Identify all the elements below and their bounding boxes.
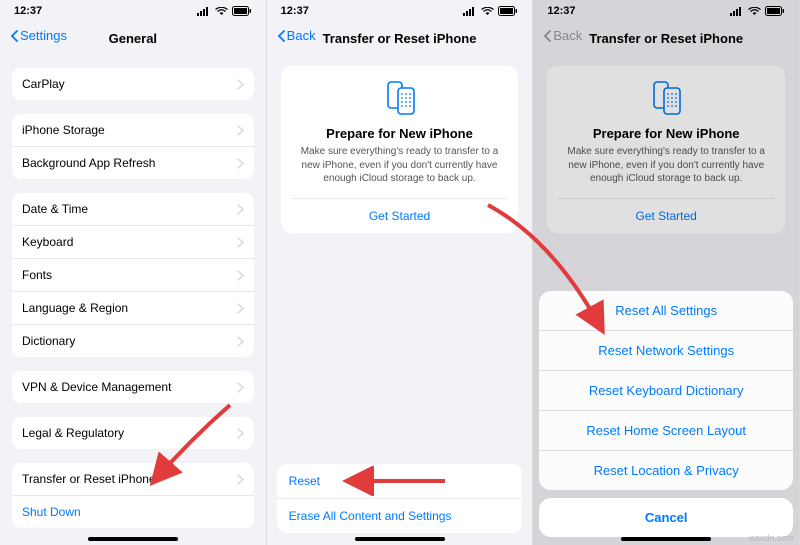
group-datetime: Date & Time Keyboard Fonts Language & Re… — [12, 193, 254, 357]
status-time: 12:37 — [14, 5, 42, 17]
chevron-right-icon — [237, 158, 244, 169]
devices-icon — [646, 80, 686, 116]
page-title: General — [109, 31, 157, 46]
home-indicator[interactable] — [88, 537, 178, 541]
get-started-button[interactable]: Get Started — [557, 198, 775, 233]
row-fonts[interactable]: Fonts — [12, 259, 254, 292]
reset-home-screen-layout[interactable]: Reset Home Screen Layout — [539, 411, 793, 451]
signal-icon — [197, 7, 211, 16]
home-indicator[interactable] — [355, 537, 445, 541]
devices-icon — [380, 80, 420, 116]
content: CarPlay iPhone Storage Background App Re… — [0, 54, 266, 545]
chevron-back-icon — [277, 30, 285, 42]
status-bar: 12:37 — [0, 0, 266, 22]
chevron-back-icon — [10, 30, 18, 42]
chevron-right-icon — [237, 79, 244, 90]
group-transfer: Transfer or Reset iPhone Shut Down — [12, 463, 254, 528]
chevron-right-icon — [237, 382, 244, 393]
watermark: wsxdn.com — [749, 533, 794, 543]
chevron-right-icon — [237, 474, 244, 485]
navbar: Settings General — [0, 22, 266, 54]
group-vpn: VPN & Device Management — [12, 371, 254, 403]
wifi-icon — [748, 7, 761, 16]
back-label: Back — [287, 28, 316, 43]
page-title: Transfer or Reset iPhone — [323, 31, 477, 46]
wifi-icon — [481, 7, 494, 16]
navbar: Back Transfer or Reset iPhone — [267, 22, 533, 54]
group-storage: iPhone Storage Background App Refresh — [12, 114, 254, 179]
reset-all-settings[interactable]: Reset All Settings — [539, 291, 793, 331]
chevron-right-icon — [237, 237, 244, 248]
page-title: Transfer or Reset iPhone — [589, 31, 743, 46]
get-started-button[interactable]: Get Started — [291, 198, 509, 233]
wifi-icon — [215, 7, 228, 16]
row-vpn[interactable]: VPN & Device Management — [12, 371, 254, 403]
screen-general: 12:37 Settings General CarPlay iPhone St… — [0, 0, 267, 545]
reset-action-sheet: Reset All Settings Reset Network Setting… — [539, 291, 793, 537]
screen-transfer-reset: 12:37 Back Transfer or Reset iPhone Prep… — [267, 0, 534, 545]
chevron-right-icon — [237, 428, 244, 439]
back-button: Back — [543, 28, 582, 43]
row-date-time[interactable]: Date & Time — [12, 193, 254, 226]
card-title: Prepare for New iPhone — [291, 126, 509, 141]
status-time: 12:37 — [547, 5, 575, 17]
signal-icon — [730, 7, 744, 16]
reset-network-settings[interactable]: Reset Network Settings — [539, 331, 793, 371]
prepare-card: Prepare for New iPhone Make sure everyth… — [281, 66, 519, 233]
home-indicator[interactable] — [621, 537, 711, 541]
row-carplay[interactable]: CarPlay — [12, 68, 254, 100]
erase-button[interactable]: Erase All Content and Settings — [277, 499, 523, 533]
screen-reset-sheet: 12:37 Back Transfer or Reset iPhone Prep… — [533, 0, 800, 545]
bottom-actions: Reset Erase All Content and Settings — [277, 464, 523, 533]
status-indicators — [730, 6, 785, 16]
navbar: Back Transfer or Reset iPhone — [533, 22, 799, 54]
row-legal[interactable]: Legal & Regulatory — [12, 417, 254, 449]
status-indicators — [463, 6, 518, 16]
chevron-right-icon — [237, 270, 244, 281]
chevron-right-icon — [237, 303, 244, 314]
group-legal: Legal & Regulatory — [12, 417, 254, 449]
card-desc: Make sure everything's ready to transfer… — [557, 145, 775, 186]
prepare-card: Prepare for New iPhone Make sure everyth… — [547, 66, 785, 233]
card-desc: Make sure everything's ready to transfer… — [291, 145, 509, 186]
battery-icon — [232, 6, 252, 16]
row-iphone-storage[interactable]: iPhone Storage — [12, 114, 254, 147]
group-carplay: CarPlay — [12, 68, 254, 100]
row-language-region[interactable]: Language & Region — [12, 292, 254, 325]
reset-button[interactable]: Reset — [277, 464, 523, 499]
status-bar: 12:37 — [267, 0, 533, 22]
signal-icon — [463, 7, 477, 16]
back-button[interactable]: Settings — [10, 28, 67, 43]
back-label: Back — [553, 28, 582, 43]
status-indicators — [197, 6, 252, 16]
chevron-right-icon — [237, 204, 244, 215]
back-button[interactable]: Back — [277, 28, 316, 43]
sheet-options: Reset All Settings Reset Network Setting… — [539, 291, 793, 490]
status-time: 12:37 — [281, 5, 309, 17]
row-background-app-refresh[interactable]: Background App Refresh — [12, 147, 254, 179]
reset-keyboard-dictionary[interactable]: Reset Keyboard Dictionary — [539, 371, 793, 411]
row-transfer-reset[interactable]: Transfer or Reset iPhone — [12, 463, 254, 496]
back-label: Settings — [20, 28, 67, 43]
reset-location-privacy[interactable]: Reset Location & Privacy — [539, 451, 793, 490]
status-bar: 12:37 — [533, 0, 799, 22]
battery-icon — [765, 6, 785, 16]
card-title: Prepare for New iPhone — [557, 126, 775, 141]
battery-icon — [498, 6, 518, 16]
chevron-right-icon — [237, 336, 244, 347]
row-keyboard[interactable]: Keyboard — [12, 226, 254, 259]
chevron-right-icon — [237, 125, 244, 136]
cancel-button[interactable]: Cancel — [539, 498, 793, 537]
row-dictionary[interactable]: Dictionary — [12, 325, 254, 357]
chevron-back-icon — [543, 30, 551, 42]
row-shutdown[interactable]: Shut Down — [12, 496, 254, 528]
